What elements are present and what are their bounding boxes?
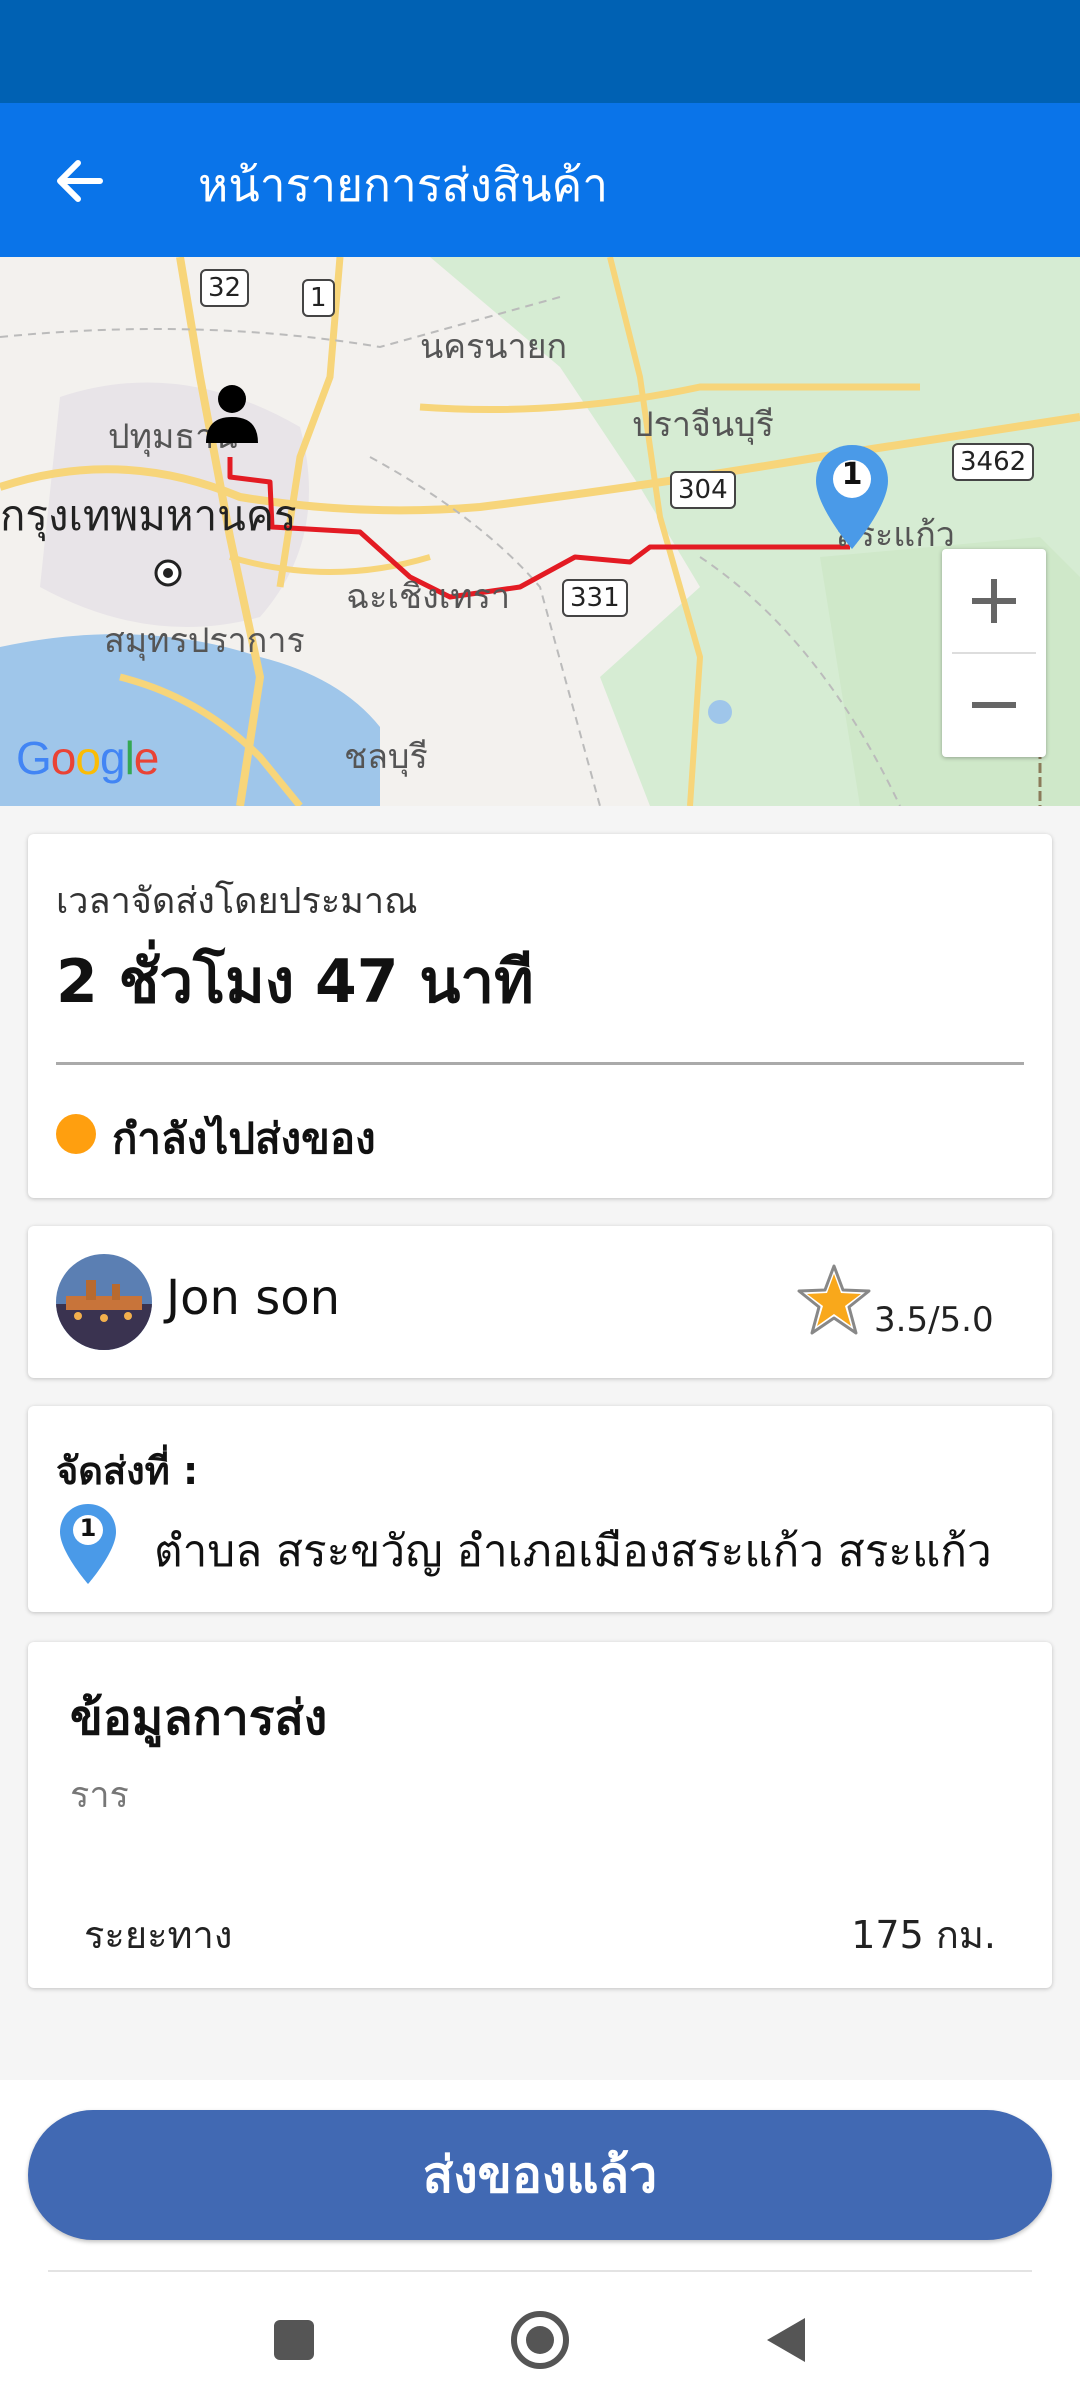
destination-marker[interactable]: 1: [812, 441, 892, 553]
nav-divider: [48, 2270, 1032, 2272]
shipping-info-card: ข้อมูลการส่ง ราร ระยะทาง 175 กม.: [28, 1642, 1052, 1988]
minus-icon: [972, 702, 1016, 708]
recents-button[interactable]: [254, 2300, 334, 2380]
road-shield-304: 304: [670, 471, 736, 509]
map-label-chachoengsao: ฉะเชิงเทรา: [346, 577, 511, 617]
map-label-prachin: ปราจีนบุรี: [632, 405, 774, 445]
zoom-controls: [942, 549, 1046, 757]
road-shield-32: 32: [200, 269, 250, 307]
destination-label: จัดส่งที่ :: [56, 1449, 199, 1493]
eta-card: เวลาจัดส่งโดยประมาณ 2 ชั่วโมง 47 นาที กำ…: [28, 834, 1052, 1198]
back-button[interactable]: [40, 141, 120, 221]
google-logo: Google: [16, 732, 159, 784]
page-title: หน้ารายการส่งสินค้า: [198, 158, 609, 212]
map-label-bangkok: กรุงเทพมหานคร: [0, 491, 297, 540]
destination-pin: 1: [58, 1502, 118, 1590]
eta-label: เวลาจัดส่งโดยประมาณ: [56, 881, 418, 922]
driver-location-icon: [206, 385, 258, 443]
driver-rating: 3.5/5.0: [874, 1300, 994, 1340]
shipping-info-title: ข้อมูลการส่ง: [70, 1690, 328, 1746]
home-circle-icon: [511, 2311, 569, 2369]
app-bar: หน้ารายการส่งสินค้า: [0, 103, 1080, 257]
delivered-button[interactable]: ส่งของแล้ว: [28, 2110, 1052, 2240]
driver-name: Jon son: [166, 1270, 340, 1326]
city-center-icon: [154, 559, 182, 587]
home-button[interactable]: [500, 2300, 580, 2380]
destination-pin-number: 1: [79, 1514, 97, 1542]
map-label-samut: สมุทรปราการ: [104, 621, 305, 661]
map-label-nakhon-nayok: นครนายก: [420, 327, 568, 367]
road-shield-1: 1: [302, 279, 335, 317]
square-icon: [274, 2320, 314, 2360]
destination-card: จัดส่งที่ : 1 ตำบล สระขวัญ อำเภอเมืองสระ…: [28, 1406, 1052, 1612]
destination-address: ตำบล สระขวัญ อำเภอเมืองสระแก้ว สระแก้ว: [154, 1526, 992, 1577]
map-label-chonburi: ชลบุรี: [344, 737, 428, 777]
delivery-status: กำลังไปส่งของ: [112, 1114, 376, 1163]
divider: [56, 1062, 1024, 1065]
plus-icon: [972, 579, 1016, 623]
zoom-in-button[interactable]: [942, 549, 1046, 653]
avatar: [56, 1254, 152, 1350]
shipping-info-subtitle: ราร: [70, 1775, 129, 1816]
star-icon: [797, 1264, 871, 1335]
zoom-out-button[interactable]: [942, 653, 1046, 757]
destination-marker-number: 1: [841, 457, 863, 492]
bottom-area: ส่งของแล้ว: [0, 2080, 1080, 2400]
triangle-back-icon: [767, 2318, 805, 2362]
road-shield-3462: 3462: [952, 443, 1035, 481]
route-map[interactable]: นครนายก ปทุมธานี ปราจีนบุรี กรุงเทพมหานค…: [0, 257, 1080, 806]
status-bar: [0, 0, 1080, 103]
status-dot: [56, 1114, 96, 1154]
driver-card: Jon son 3.5/5.0: [28, 1226, 1052, 1378]
road-shield-331: 331: [562, 579, 628, 617]
arrow-left-icon: [57, 160, 103, 202]
system-back-button[interactable]: [746, 2300, 826, 2380]
distance-label: ระยะทาง: [84, 1913, 233, 1957]
eta-value: 2 ชั่วโมง 47 นาที: [56, 947, 534, 1017]
distance-value: 175 กม.: [851, 1913, 996, 1957]
